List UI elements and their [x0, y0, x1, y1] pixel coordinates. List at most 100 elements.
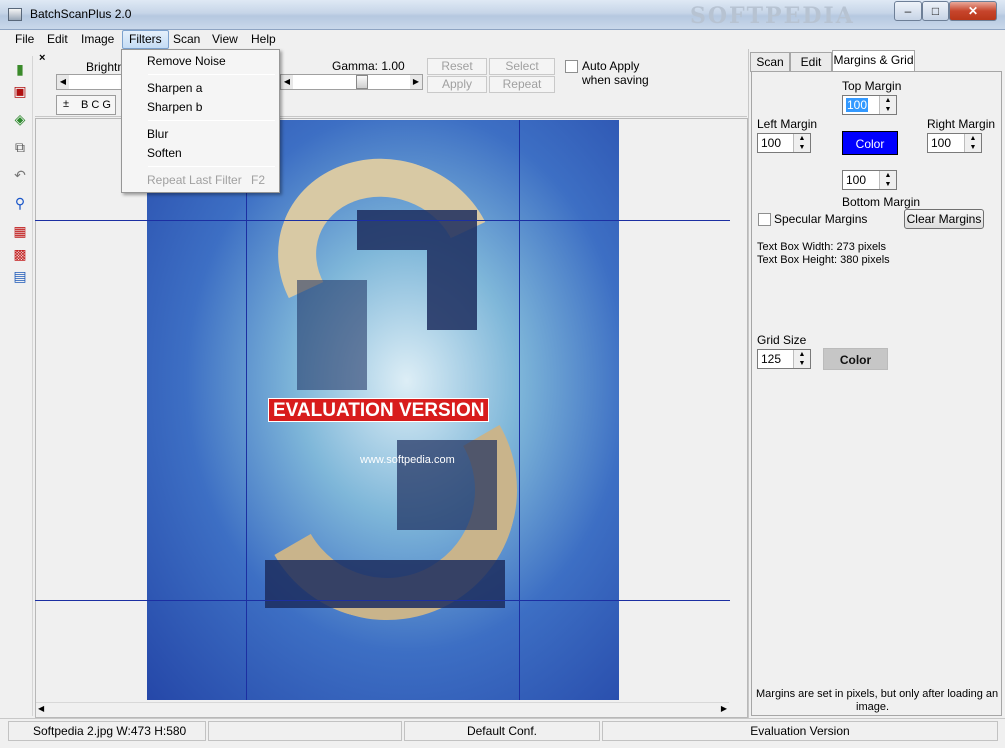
- menu-help[interactable]: Help: [245, 30, 282, 49]
- batch-icon[interactable]: ▦: [11, 222, 29, 240]
- zoom-icon[interactable]: ⚲: [11, 194, 29, 212]
- copy-icon[interactable]: ⧉: [11, 138, 29, 156]
- minimize-button[interactable]: –: [894, 1, 922, 21]
- slider-left-arrow-icon[interactable]: ◀: [57, 75, 69, 89]
- margins-note: Margins are set in pixels, but only afte…: [756, 688, 999, 700]
- bottom-margin-label: Bottom Margin: [842, 195, 921, 209]
- right-margin-label: Right Margin: [927, 117, 996, 131]
- menu-separator: [148, 120, 275, 121]
- gamma-slider[interactable]: ◀ ▶: [280, 74, 423, 90]
- specular-margins-label: Specular Margins: [774, 212, 868, 226]
- spin-arrows-icon[interactable]: ▲ ▼: [793, 350, 810, 368]
- spin-arrows-icon[interactable]: ▲ ▼: [964, 134, 981, 152]
- horizontal-scrollbar[interactable]: ◀ ▶: [36, 702, 729, 717]
- grid-line-horizontal: [35, 220, 730, 221]
- auto-apply-sublabel: when saving: [582, 73, 649, 87]
- top-margin-input[interactable]: 100 ▲ ▼: [842, 95, 897, 115]
- left-margin-label: Left Margin: [757, 117, 818, 131]
- repeat-last-label: Repeat Last Filter: [147, 173, 242, 187]
- grid-line-horizontal: [35, 600, 730, 601]
- image-shape-top: [249, 128, 525, 392]
- menu-separator: [148, 74, 275, 75]
- slider-left-arrow-icon[interactable]: ◀: [281, 75, 293, 89]
- menu-filters[interactable]: Filters: [122, 30, 169, 49]
- pixelation-block: [357, 210, 477, 250]
- status-empty-cell: [208, 721, 402, 741]
- right-margin-input[interactable]: 100 ▲ ▼: [927, 133, 982, 153]
- close-panel-icon[interactable]: ×: [39, 52, 45, 64]
- pixelation-block: [297, 280, 367, 390]
- maximize-button[interactable]: □: [922, 1, 949, 21]
- slider-right-arrow-icon[interactable]: ▶: [410, 75, 422, 89]
- margin-color-button[interactable]: Color: [842, 131, 898, 155]
- app-icon[interactable]: [8, 8, 22, 21]
- grid-size-label: Grid Size: [757, 333, 807, 347]
- pixelation-block: [427, 250, 477, 330]
- bottom-margin-input[interactable]: 100 ▲ ▼: [842, 170, 897, 190]
- brightness-label: Brightn: [86, 60, 125, 74]
- menu-view[interactable]: View: [206, 30, 244, 49]
- spin-arrows-icon[interactable]: ▲ ▼: [879, 96, 896, 114]
- bcg-label: B C G: [81, 99, 111, 111]
- apply-button[interactable]: Apply: [427, 76, 487, 93]
- repeat-button[interactable]: Repeat: [489, 76, 555, 93]
- url-overlay: www.softpedia.com: [360, 454, 455, 466]
- grid-line-vertical: [519, 120, 520, 700]
- margins-grid-panel: [751, 71, 1002, 716]
- pdf-icon[interactable]: ▩: [11, 245, 29, 263]
- repeat-last-shortcut: F2: [250, 173, 265, 187]
- left-margin-value: 100: [761, 136, 782, 150]
- scroll-right-icon[interactable]: ▶: [721, 704, 727, 713]
- menu-edit[interactable]: Edit: [41, 30, 74, 49]
- filter-repeat-last[interactable]: Repeat Last Filter F2: [124, 171, 277, 190]
- window-title: BatchScanPlus 2.0: [30, 7, 132, 21]
- menu-image[interactable]: Image: [75, 30, 120, 49]
- left-margin-input[interactable]: 100 ▲ ▼: [757, 133, 811, 153]
- margins-note-cont: image.: [856, 701, 890, 713]
- status-config: Default Conf.: [404, 721, 600, 741]
- filter-sharpen-a[interactable]: Sharpen a: [124, 79, 277, 98]
- gamma-slider-thumb[interactable]: [356, 75, 368, 89]
- filter-blur[interactable]: Blur: [124, 125, 277, 144]
- scroll-left-icon[interactable]: ◀: [38, 704, 44, 713]
- filter-sharpen-b[interactable]: Sharpen b: [124, 98, 277, 117]
- bottom-margin-value: 100: [846, 173, 867, 187]
- bcg-toggle[interactable]: ± B C G: [56, 95, 116, 115]
- top-margin-label: Top Margin: [842, 79, 902, 93]
- filter-remove-noise[interactable]: Remove Noise: [124, 52, 277, 71]
- clear-margins-button[interactable]: Clear Margins: [904, 209, 984, 229]
- specular-margins-checkbox[interactable]: [758, 213, 771, 226]
- filters-dropdown: Remove Noise Sharpen a Sharpen b Blur So…: [121, 49, 280, 193]
- grid-color-button[interactable]: Color: [823, 348, 888, 370]
- tab-edit[interactable]: Edit: [790, 52, 832, 72]
- menu-file[interactable]: File: [9, 30, 40, 49]
- auto-apply-checkbox[interactable]: [565, 60, 578, 73]
- spin-arrows-icon[interactable]: ▲ ▼: [793, 134, 810, 152]
- status-file-info: Softpedia 2.jpg W:473 H:580: [8, 721, 206, 741]
- open-folder-icon[interactable]: ▮: [11, 60, 29, 78]
- save-icon[interactable]: ▣: [11, 82, 29, 100]
- evaluation-overlay: EVALUATION VERSION: [268, 398, 490, 422]
- tab-scan[interactable]: Scan: [750, 52, 790, 72]
- filter-soften[interactable]: Soften: [124, 144, 277, 163]
- plus-minus-icon: ±: [63, 98, 70, 110]
- grid-size-input[interactable]: 125 ▲ ▼: [757, 349, 811, 369]
- tab-margins-grid[interactable]: Margins & Grid: [832, 50, 915, 72]
- top-margin-value: 100: [846, 98, 869, 112]
- document-icon[interactable]: ▤: [11, 267, 29, 285]
- reset-button[interactable]: Reset: [427, 58, 487, 75]
- brightness-slider[interactable]: ◀: [56, 74, 122, 90]
- status-version: Evaluation Version: [602, 721, 998, 741]
- softpedia-watermark: SOFTPEDIA: [690, 3, 855, 29]
- select-button[interactable]: Select: [489, 58, 555, 75]
- grid-size-value: 125: [761, 352, 782, 366]
- grid-line-vertical: [246, 120, 247, 700]
- text-box-width: Text Box Width: 273 pixels: [757, 241, 887, 253]
- spin-arrows-icon[interactable]: ▲ ▼: [879, 171, 896, 189]
- auto-apply-label: Auto Apply: [582, 59, 640, 73]
- menu-scan[interactable]: Scan: [167, 30, 206, 49]
- close-button[interactable]: ✕: [949, 1, 997, 21]
- scanner-icon[interactable]: ◈: [11, 110, 29, 128]
- undo-icon[interactable]: ↶: [11, 166, 29, 184]
- text-box-height: Text Box Height: 380 pixels: [757, 254, 890, 266]
